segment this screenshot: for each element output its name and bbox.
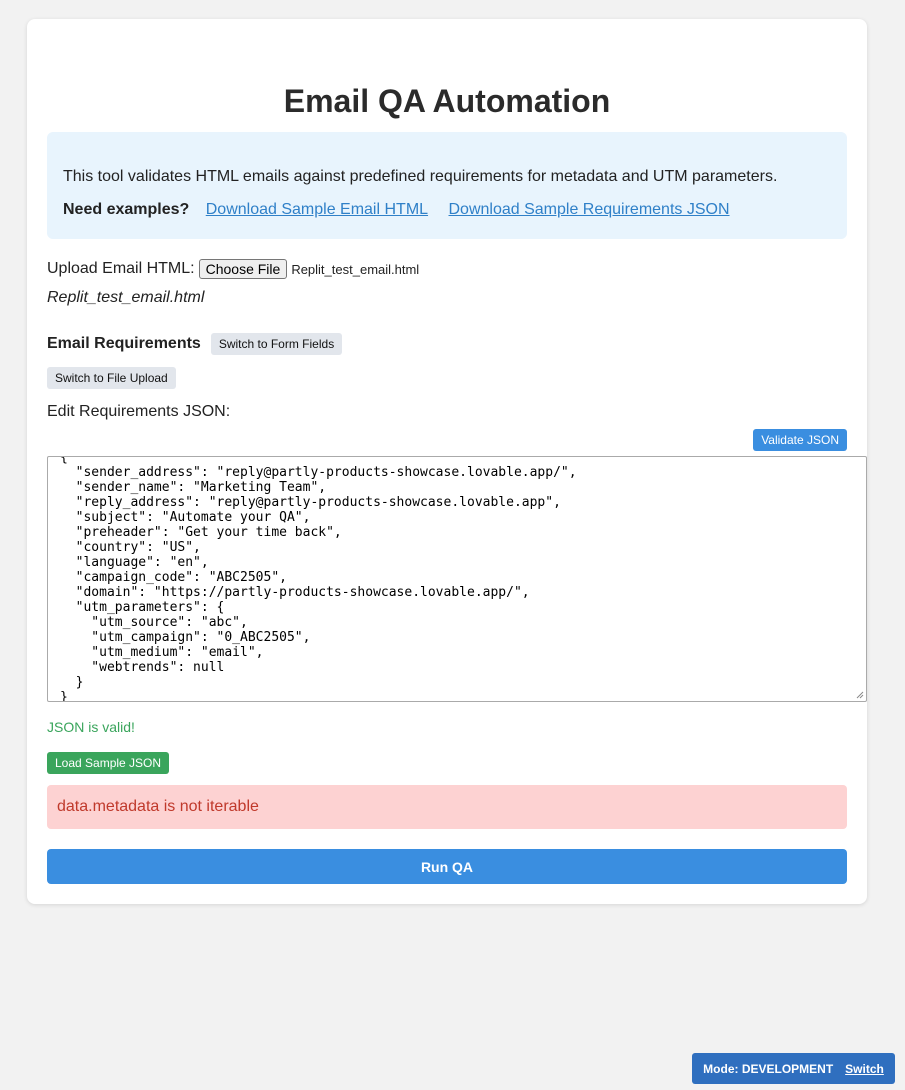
- requirements-json-textarea[interactable]: { "sender_address": "reply@partly-produc…: [47, 456, 867, 702]
- json-content: { "sender_address": "reply@partly-produc…: [60, 456, 577, 702]
- load-sample-json-button[interactable]: Load Sample JSON: [47, 752, 170, 774]
- run-qa-button[interactable]: Run QA: [47, 849, 847, 884]
- examples-label: Need examples?: [63, 201, 190, 218]
- validate-json-button[interactable]: Validate JSON: [753, 429, 847, 451]
- chosen-file-name: Replit_test_email.html: [291, 261, 420, 277]
- requirements-label: Email Requirements: [47, 335, 201, 352]
- mode-label: Mode: DEVELOPMENT: [703, 1061, 834, 1076]
- edit-json-label: Edit Requirements JSON:: [47, 403, 231, 420]
- examples-row: Need examples? Download Sample Email HTM…: [63, 201, 742, 219]
- requirements-header: Email Requirements Switch to Form Fields: [47, 333, 343, 355]
- json-valid-message: JSON is valid!: [47, 719, 135, 735]
- resize-grip-icon[interactable]: [856, 691, 864, 699]
- info-description: This tool validates HTML emails against …: [63, 168, 778, 185]
- mode-badge: Mode: DEVELOPMENT Switch: [692, 1053, 895, 1084]
- choose-file-button[interactable]: Choose File: [198, 259, 288, 279]
- mode-switch-link[interactable]: Switch: [845, 1062, 884, 1076]
- upload-label: Upload Email HTML:: [47, 260, 195, 277]
- info-box: This tool validates HTML emails against …: [47, 132, 847, 239]
- page-title: Email QA Automation: [283, 83, 611, 119]
- main-card: Email QA Automation This tool validates …: [27, 19, 867, 904]
- switch-to-file-upload-button[interactable]: Switch to File Upload: [47, 367, 176, 389]
- upload-row: Upload Email HTML: Choose File Replit_te…: [47, 259, 419, 279]
- switch-to-form-button[interactable]: Switch to Form Fields: [210, 333, 343, 355]
- uploaded-file-name: Replit_test_email.html: [47, 289, 205, 306]
- download-requirements-link[interactable]: Download Sample Requirements JSON: [449, 201, 730, 218]
- download-email-link[interactable]: Download Sample Email HTML: [206, 201, 428, 218]
- error-message: data.metadata is not iterable: [47, 785, 847, 829]
